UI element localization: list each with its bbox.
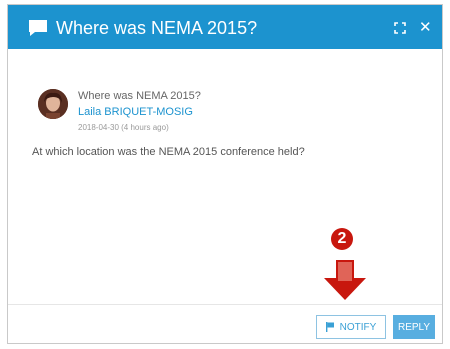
notify-button[interactable]: NOTIFY [316, 315, 386, 339]
chat-bubble-icon [29, 20, 47, 36]
reply-button[interactable]: REPLY [393, 315, 435, 339]
post-meta: Where was NEMA 2015? Laila BRIQUET-MOSIG… [78, 89, 201, 133]
question-dialog: Where was NEMA 2015? ✕ Where was NEMA 20… [7, 4, 443, 344]
close-icon[interactable]: ✕ [419, 20, 432, 35]
expand-icon[interactable] [394, 22, 406, 34]
post-timestamp: 2018-04-30 (4 hours ago) [78, 123, 169, 132]
dialog-header: Where was NEMA 2015? ✕ [8, 5, 442, 49]
notify-label: NOTIFY [339, 321, 377, 333]
avatar [38, 89, 68, 119]
step-number-badge: 2 [331, 228, 353, 250]
reply-label: REPLY [397, 321, 431, 333]
flag-icon [325, 322, 334, 332]
footer-divider [8, 304, 442, 305]
dialog-title: Where was NEMA 2015? [56, 18, 258, 38]
question-body: At which location was the NEMA 2015 conf… [32, 146, 305, 158]
question-title: Where was NEMA 2015? [78, 90, 201, 102]
author-link[interactable]: Laila BRIQUET-MOSIG [78, 105, 201, 119]
dialog-content: Where was NEMA 2015? Laila BRIQUET-MOSIG… [8, 49, 442, 343]
down-arrow-icon [324, 260, 366, 300]
